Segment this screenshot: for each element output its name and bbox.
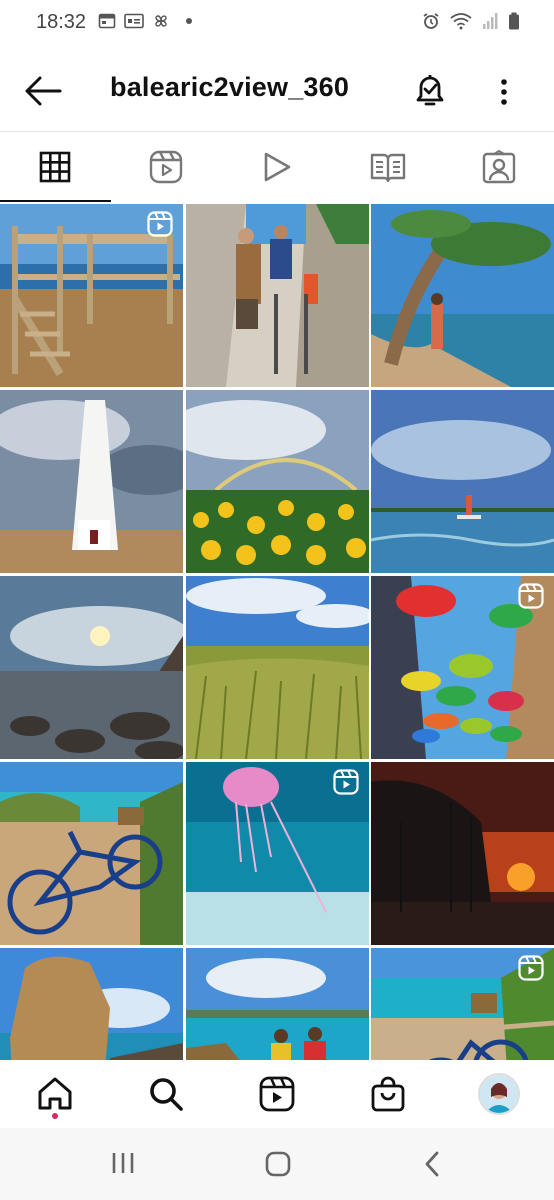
tab-tagged[interactable] [443,132,554,202]
post-image [0,948,183,1060]
shopping-bag-icon [371,1076,405,1112]
post-thumbnail[interactable] [0,204,183,387]
notification-bell-icon[interactable] [410,70,450,110]
calendar-icon [98,13,116,29]
post-image [0,762,183,945]
alarm-icon [423,13,439,29]
post-thumbnail[interactable] [0,390,183,573]
status-time: 18:32 [36,11,87,33]
post-image [185,390,369,573]
search-icon [150,1078,183,1111]
post-thumbnail[interactable] [0,576,183,759]
tab-grid[interactable] [0,132,111,202]
post-thumbnail[interactable] [371,390,554,573]
system-navigation-bar [0,1128,554,1200]
recent-apps-icon[interactable] [110,1150,136,1176]
play-icon [264,152,291,182]
tab-guides[interactable] [332,132,443,202]
profile-header: balearic2view_360 [0,58,554,122]
reels-icon [149,150,183,184]
reel-badge-icon [332,769,359,795]
battery-icon [509,12,519,30]
nav-reels[interactable] [222,1060,333,1128]
grid-icon [40,151,71,183]
tab-videos[interactable] [222,132,333,202]
profile-username: balearic2view_360 [110,72,350,102]
reels-icon [259,1076,295,1112]
status-bar: 18:32 [0,0,554,44]
post-image [185,576,369,759]
nav-shop[interactable] [332,1060,443,1128]
reel-badge-icon [147,211,173,237]
nav-profile[interactable] [443,1060,554,1128]
home-icon [38,1077,72,1110]
reel-badge-icon [518,583,544,609]
back-arrow-icon[interactable] [22,74,62,108]
posts-grid [0,204,554,1060]
back-button-icon[interactable] [422,1150,444,1178]
post-thumbnail[interactable] [0,948,183,1060]
nav-search[interactable] [111,1060,222,1128]
post-thumbnail[interactable] [371,762,554,945]
pinwheel-icon [155,15,167,27]
more-options-icon[interactable] [494,72,514,112]
post-image [371,390,554,573]
nav-home[interactable] [0,1060,111,1128]
post-thumbnail[interactable] [185,204,369,387]
signal-icon [483,13,498,29]
guides-book-icon [370,153,405,183]
bottom-navigation [0,1060,554,1128]
post-thumbnail[interactable] [185,762,369,945]
post-image [371,762,554,945]
post-thumbnail[interactable] [371,204,554,387]
post-thumbnail[interactable] [371,948,554,1060]
post-thumbnail[interactable] [371,576,554,759]
post-image [185,948,369,1060]
reel-badge-icon [518,955,544,981]
post-thumbnail[interactable] [185,576,369,759]
post-thumbnail[interactable] [185,948,369,1060]
post-image [185,204,369,387]
notification-dot [52,1113,58,1119]
avatar-image [479,1075,518,1113]
post-thumbnail[interactable] [185,390,369,573]
home-button-icon[interactable] [264,1150,292,1178]
tab-reels[interactable] [111,132,222,202]
profile-tabs [0,132,554,202]
post-image [0,576,183,759]
notification-dot-icon [186,18,192,24]
post-thumbnail[interactable] [0,762,183,945]
avatar [477,1073,520,1115]
post-image [0,390,183,573]
wifi-icon [450,13,472,30]
tagged-person-icon [482,150,515,184]
post-image [371,204,554,387]
id-card-icon [124,13,144,29]
